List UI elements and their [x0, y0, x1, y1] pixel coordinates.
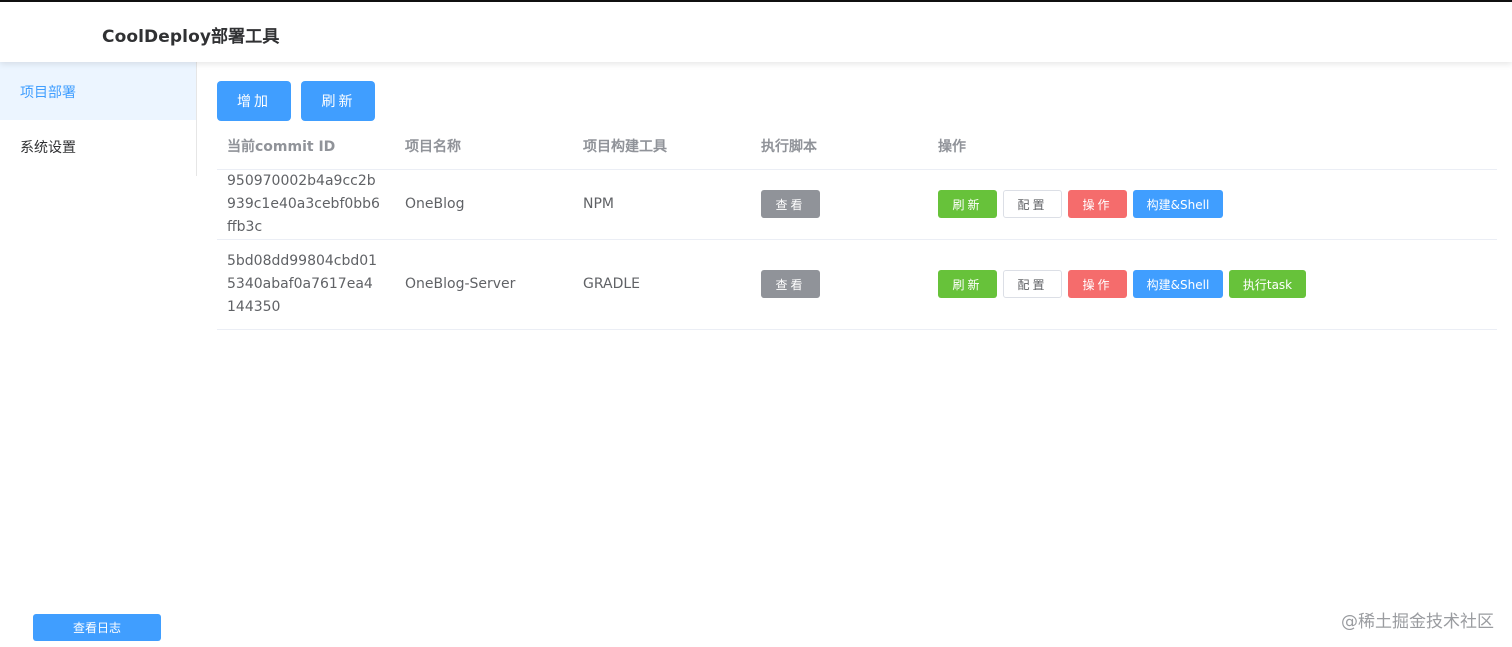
- view-script-button[interactable]: 查看: [761, 270, 820, 298]
- commit-id-cell: 950970002b4a9cc2b939c1e40a3cebf0bb6ffb3c: [217, 169, 395, 240]
- column-header-commit-id: 当前commit ID: [217, 124, 395, 170]
- sidebar-item-system-settings[interactable]: 系统设置: [0, 120, 196, 176]
- row-build-shell-button[interactable]: 构建&Shell: [1133, 270, 1223, 298]
- script-cell: 查看: [751, 169, 928, 240]
- project-table: 当前commit ID 项目名称 项目构建工具 执行脚本 操作 95097000…: [217, 124, 1497, 330]
- column-header-script: 执行脚本: [751, 124, 928, 170]
- commit-id-cell: 5bd08dd99804cbd015340abaf0a7617ea4144350: [217, 239, 395, 330]
- actions-cell: 刷新 配置 操作 构建&Shell 执行task: [928, 239, 1497, 330]
- row-refresh-button[interactable]: 刷新: [938, 190, 997, 218]
- row-exec-task-button[interactable]: 执行task: [1229, 270, 1306, 298]
- column-header-project-name: 项目名称: [395, 124, 573, 170]
- app-title: CoolDeploy部署工具: [102, 27, 280, 47]
- add-button[interactable]: 增加: [217, 81, 291, 121]
- project-name-cell: OneBlog: [395, 169, 573, 240]
- row-build-shell-button[interactable]: 构建&Shell: [1133, 190, 1223, 218]
- table-header-row: 当前commit ID 项目名称 项目构建工具 执行脚本 操作: [217, 124, 1497, 170]
- row-operate-button[interactable]: 操作: [1068, 190, 1127, 218]
- build-tool-cell: NPM: [573, 169, 751, 240]
- view-script-button[interactable]: 查看: [761, 190, 820, 218]
- app-root: CoolDeploy部署工具 项目部署 系统设置 查看日志 增加 刷新 当前co…: [0, 0, 1512, 647]
- row-operate-button[interactable]: 操作: [1068, 270, 1127, 298]
- watermark: @稀土掘金技术社区: [1341, 612, 1494, 632]
- refresh-button[interactable]: 刷新: [301, 81, 376, 121]
- column-header-actions: 操作: [928, 124, 1497, 170]
- project-name-cell: OneBlog-Server: [395, 239, 573, 330]
- column-header-build-tool: 项目构建工具: [573, 124, 751, 170]
- toolbar: 增加 刷新: [217, 81, 381, 121]
- row-refresh-button[interactable]: 刷新: [938, 270, 997, 298]
- script-cell: 查看: [751, 239, 928, 330]
- table-row: 950970002b4a9cc2b939c1e40a3cebf0bb6ffb3c…: [217, 169, 1497, 240]
- app-header: CoolDeploy部署工具: [0, 2, 1512, 62]
- actions-cell: 刷新 配置 操作 构建&Shell: [928, 169, 1497, 240]
- table-row: 5bd08dd99804cbd015340abaf0a7617ea4144350…: [217, 239, 1497, 330]
- row-config-button[interactable]: 配置: [1003, 270, 1062, 298]
- build-tool-cell: GRADLE: [573, 239, 751, 330]
- sidebar-item-project-deploy[interactable]: 项目部署: [0, 62, 196, 120]
- row-config-button[interactable]: 配置: [1003, 190, 1062, 218]
- sidebar-menu: 项目部署 系统设置: [0, 62, 197, 176]
- view-log-button[interactable]: 查看日志: [33, 614, 161, 641]
